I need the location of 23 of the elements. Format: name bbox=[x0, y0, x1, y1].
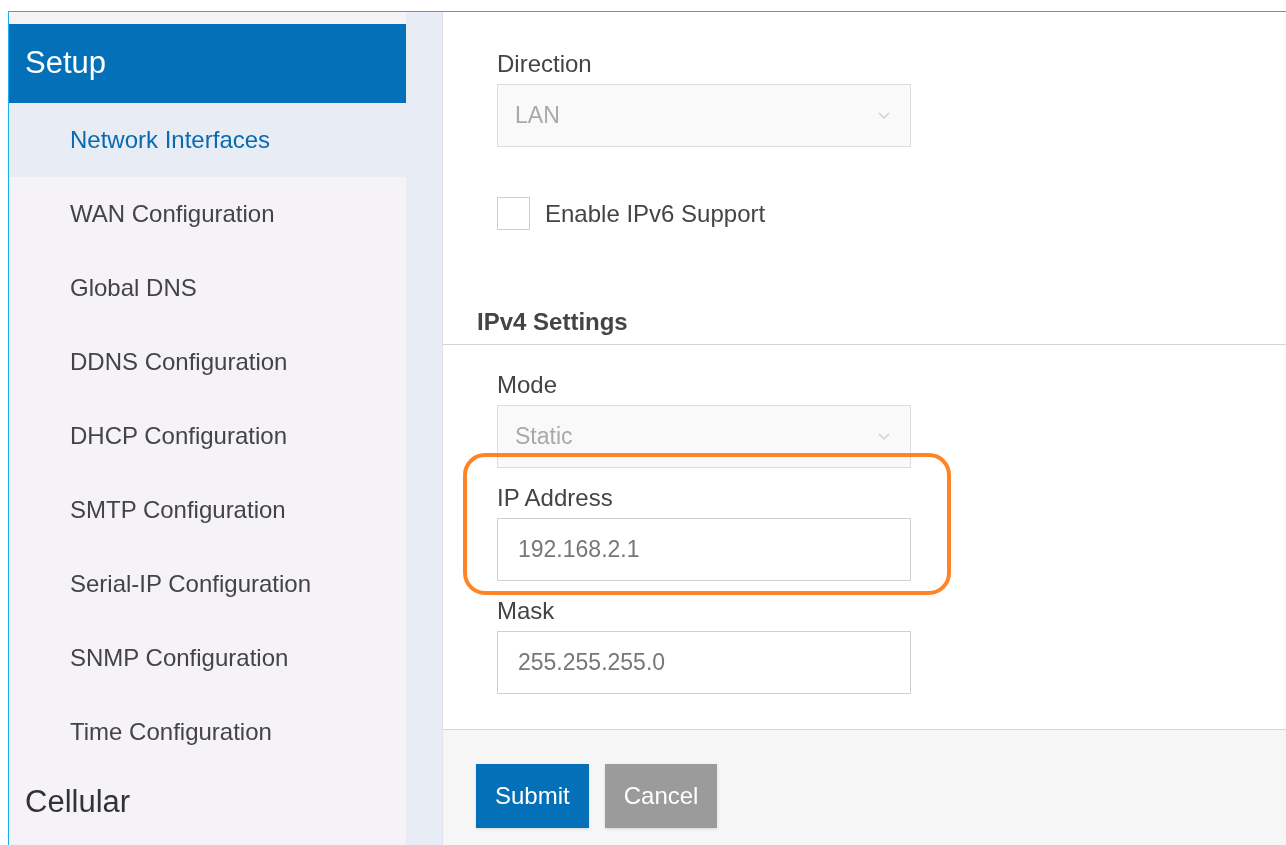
chevron-icon bbox=[878, 111, 890, 120]
nav-item[interactable]: Serial-IP Configuration bbox=[9, 547, 406, 621]
nav-item[interactable]: Global DNS bbox=[9, 251, 406, 325]
section-heading: IPv4 Settings bbox=[477, 307, 629, 337]
input-field[interactable]: 255.255.255.0 bbox=[497, 631, 911, 694]
nav-item[interactable]: SMTP Configuration bbox=[9, 473, 406, 547]
field-label: Direction bbox=[497, 49, 593, 79]
field-label: Enable IPv6 Support bbox=[545, 198, 766, 229]
nav-item[interactable]: DDNS Configuration bbox=[9, 325, 406, 399]
field-label: IP Address bbox=[497, 483, 614, 513]
nav-item[interactable]: Network Interfaces bbox=[9, 103, 406, 177]
nav-item[interactable]: DHCP Configuration bbox=[9, 399, 406, 473]
nav-item[interactable]: WAN Configuration bbox=[9, 177, 406, 251]
field-label: Mask bbox=[497, 596, 556, 626]
input-field[interactable]: 192.168.2.1 bbox=[497, 518, 911, 581]
section-header[interactable]: Setup bbox=[9, 24, 406, 103]
nav-item[interactable]: SNMP Configuration bbox=[9, 621, 406, 695]
nav-item[interactable]: Time Configuration bbox=[9, 695, 406, 769]
chevron-icon bbox=[878, 432, 890, 441]
submit-button[interactable]: Submit bbox=[476, 764, 589, 828]
field-label: Mode bbox=[497, 370, 559, 400]
section-header[interactable]: Cellular bbox=[9, 769, 406, 835]
checkbox[interactable] bbox=[497, 197, 530, 230]
